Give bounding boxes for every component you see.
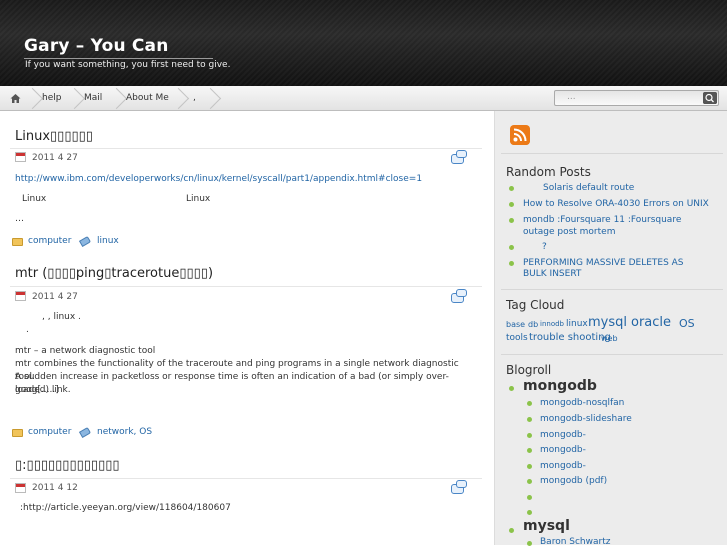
blogroll-link[interactable]: mongodb- — [540, 444, 586, 456]
divider — [10, 478, 482, 479]
folder-icon — [12, 238, 23, 246]
search-icon[interactable] — [703, 92, 717, 104]
nav-separator — [208, 88, 218, 109]
nav-item-mail[interactable]: Mail — [84, 86, 102, 111]
tag-mysql[interactable]: mysql — [588, 315, 627, 330]
tag-innodb[interactable]: innodb — [540, 320, 564, 328]
post-title[interactable]: ▯:▯▯▯▯▯▯▯▯▯▯▯▯▯ — [15, 458, 120, 473]
post-date: 2011 4 12 — [32, 483, 78, 493]
blogroll-link[interactable]: mongodb-slideshare — [540, 413, 632, 425]
tag-oracle[interactable]: oracle — [631, 315, 671, 330]
nav-item-about-me[interactable]: About Me — [126, 86, 169, 111]
tag-linux[interactable]: linux — [566, 319, 588, 329]
tag-icon — [78, 235, 92, 248]
tag-trouble-shooting[interactable]: trouble shooting — [529, 332, 611, 343]
search-input[interactable]: ... — [554, 90, 719, 106]
list-bullet — [527, 464, 532, 469]
post-excerpt-more: … — [15, 214, 24, 224]
tag-links[interactable]: linux — [97, 236, 119, 246]
random-post-link[interactable]: outage post mortem — [523, 226, 723, 238]
post-text: mtr – a network diagnostic tool — [15, 346, 156, 356]
list-bullet — [509, 202, 514, 207]
nav-item-extra[interactable]: , — [193, 86, 196, 111]
comment-icon[interactable] — [451, 150, 467, 164]
nav-separator — [176, 88, 186, 109]
title-underline — [24, 58, 213, 59]
post-text: goog[.....] — [15, 385, 59, 395]
post-text: :http://article.yeeyan.org/view/118604/1… — [20, 503, 231, 513]
post-date: 2011 4 27 — [32, 292, 78, 302]
nav-separator — [30, 88, 40, 109]
calendar-icon — [15, 483, 26, 493]
tag-icon — [78, 426, 92, 439]
folder-icon — [12, 429, 23, 437]
post-link[interactable]: http://www.ibm.com/developerworks/cn/lin… — [15, 173, 480, 186]
category-link[interactable]: computer — [28, 236, 71, 246]
site-header: Gary – You Can If you want something, yo… — [0, 0, 727, 86]
random-post-link[interactable]: ? — [542, 241, 722, 253]
blogroll-link[interactable]: mongodb- — [540, 460, 586, 472]
list-bullet — [509, 245, 514, 250]
list-bullet — [527, 479, 532, 484]
comment-icon[interactable] — [451, 289, 467, 303]
tag-db[interactable]: db — [528, 320, 538, 329]
post-title[interactable]: mtr (▯▯▯▯ping▯tracerotue▯▯▯▯) — [15, 266, 213, 281]
list-bullet — [509, 186, 514, 191]
post-text: . — [26, 325, 29, 335]
post-date: 2011 4 27 — [32, 153, 78, 163]
site-title[interactable]: Gary – You Can — [24, 36, 169, 56]
post-text: , , linux . — [42, 312, 81, 322]
divider — [10, 286, 482, 287]
divider — [501, 354, 723, 355]
nav-separator — [72, 88, 82, 109]
divider — [501, 153, 723, 154]
list-bullet — [527, 401, 532, 406]
tag-base[interactable]: base — [506, 320, 525, 329]
list-bullet — [527, 495, 532, 500]
calendar-icon — [15, 291, 26, 301]
calendar-icon — [15, 152, 26, 162]
tag-links[interactable]: network, OS — [97, 427, 152, 437]
blogroll-link[interactable]: mongodb (pdf) — [540, 475, 607, 487]
tag-cloud-title: Tag Cloud — [506, 298, 565, 312]
content-area: Linux▯▯▯▯▯▯ 2011 4 27 http://www.ibm.com… — [0, 111, 494, 545]
blogroll-link[interactable]: mongodb- — [540, 429, 586, 441]
random-post-link[interactable]: BULK INSERT — [523, 268, 723, 280]
sidebar: Random Posts Solaris default route How t… — [494, 111, 727, 548]
random-post-link[interactable]: mondb :Foursquare 11 :Foursquare — [523, 214, 723, 226]
tag-tools[interactable]: tools — [506, 333, 528, 343]
random-post-link[interactable]: How to Resolve ORA-4030 Errors on UNIX — [523, 198, 723, 210]
list-bullet — [509, 528, 514, 533]
category-link[interactable]: computer — [28, 427, 71, 437]
divider — [501, 289, 723, 290]
nav-item-help[interactable]: help — [42, 86, 61, 111]
list-bullet — [527, 417, 532, 422]
nav-separator — [114, 88, 124, 109]
list-bullet — [527, 448, 532, 453]
comment-icon[interactable] — [451, 480, 467, 494]
post-title[interactable]: Linux▯▯▯▯▯▯ — [15, 129, 93, 144]
list-bullet — [527, 433, 532, 438]
site-tagline: If you want something, you first need to… — [25, 60, 231, 70]
blogroll-link[interactable]: mongodb-nosqlfan — [540, 397, 624, 409]
list-bullet — [527, 510, 532, 515]
home-icon[interactable] — [10, 93, 21, 104]
search-placeholder: ... — [567, 92, 576, 102]
blogroll-link[interactable]: Baron Schwartz — [540, 536, 610, 548]
blogroll-group-mongodb: mongodb — [523, 378, 597, 394]
tag-web[interactable]: web — [601, 334, 618, 343]
list-bullet — [509, 261, 514, 266]
rss-icon[interactable] — [510, 125, 530, 145]
random-post-link[interactable]: Solaris default route — [523, 182, 723, 194]
blogroll-group-mysql: mysql — [523, 518, 570, 534]
list-bullet — [509, 386, 514, 391]
list-bullet — [509, 218, 514, 223]
blogroll-title: Blogroll — [506, 363, 552, 377]
tag-os[interactable]: OS — [679, 317, 695, 330]
divider — [10, 148, 482, 149]
random-posts-title: Random Posts — [506, 165, 591, 179]
list-bullet — [527, 541, 532, 546]
